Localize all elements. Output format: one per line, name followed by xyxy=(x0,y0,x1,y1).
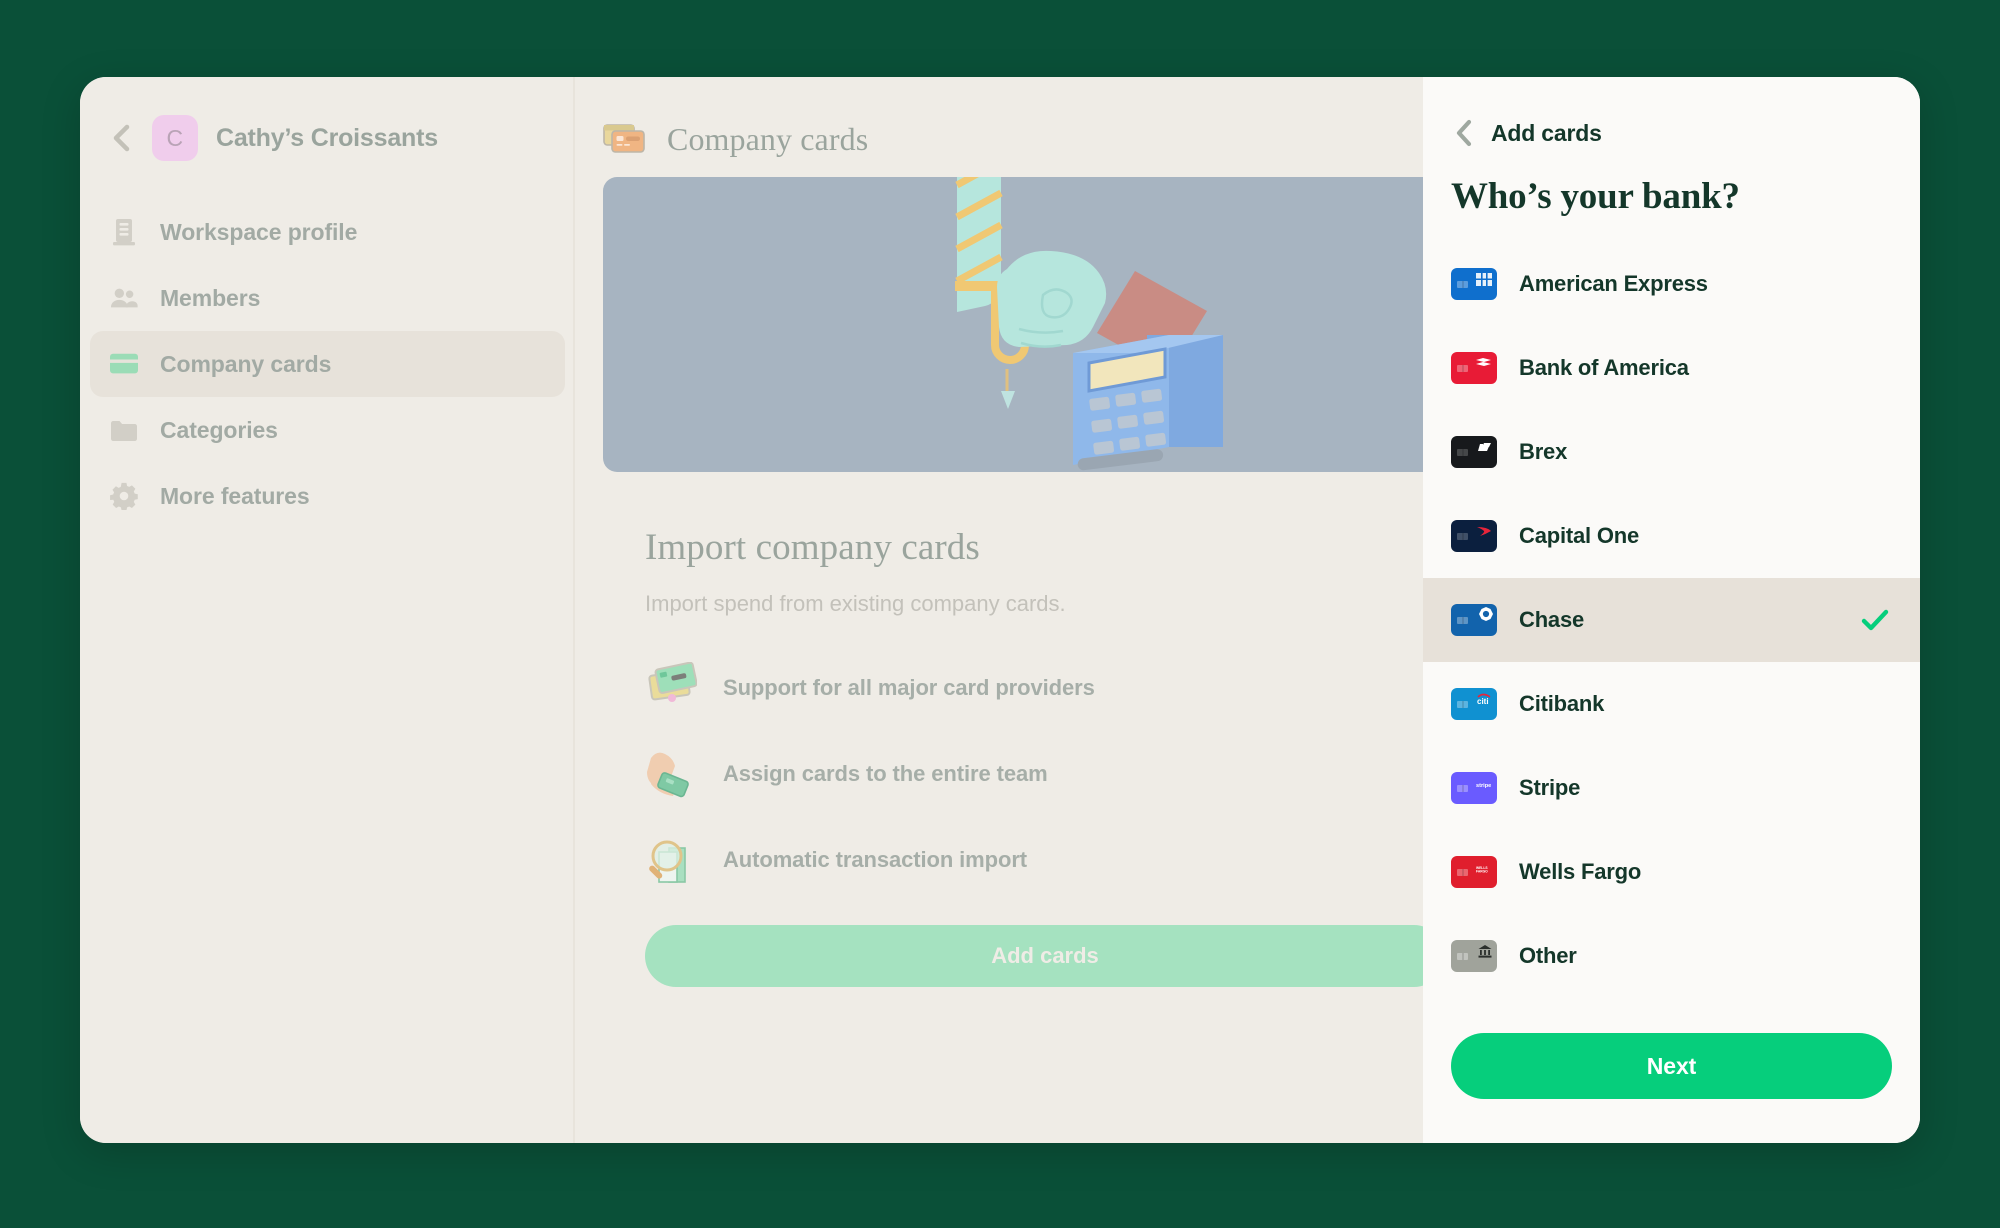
hand-holding-card-icon xyxy=(645,748,697,800)
bank-option-chase[interactable]: Chase xyxy=(1423,578,1920,662)
sidebar-item-workspace-profile[interactable]: Workspace profile xyxy=(90,199,565,265)
drawer-heading: Who’s your bank? xyxy=(1451,176,1740,217)
wellsfargo-card-icon: WELLS FARGO xyxy=(1451,856,1497,888)
feature-label: Support for all major card providers xyxy=(723,675,1095,700)
gear-icon xyxy=(110,482,138,510)
folder-icon xyxy=(110,416,138,444)
bank-option-bank-of-america[interactable]: Bank of America xyxy=(1423,326,1920,410)
sidebar: C Cathy’s Croissants Workspace profile M… xyxy=(80,77,575,1143)
bank-option-wells-fargo[interactable]: WELLS FARGO Wells Fargo xyxy=(1423,830,1920,914)
bank-label: Stripe xyxy=(1519,775,1581,800)
capitalone-card-icon xyxy=(1451,520,1497,552)
bank-label: Wells Fargo xyxy=(1519,859,1642,884)
bank-option-stripe[interactable]: stripe Stripe xyxy=(1423,746,1920,830)
bank-label: Bank of America xyxy=(1519,355,1689,380)
sidebar-item-label: Members xyxy=(160,284,261,311)
bank-label: Capital One xyxy=(1519,523,1640,548)
sidebar-item-company-cards[interactable]: Company cards xyxy=(90,331,565,397)
next-button[interactable]: Next xyxy=(1451,1033,1892,1099)
sidebar-item-categories[interactable]: Categories xyxy=(90,397,565,463)
bank-label: Other xyxy=(1519,943,1577,968)
sidebar-item-label: Workspace profile xyxy=(160,218,358,245)
sidebar-item-label: Categories xyxy=(160,416,278,443)
bank-building-icon xyxy=(1451,940,1497,972)
bank-label: Brex xyxy=(1519,439,1568,464)
bank-option-brex[interactable]: Brex xyxy=(1423,410,1920,494)
chase-card-icon xyxy=(1451,604,1497,636)
svg-text:citi: citi xyxy=(1477,697,1489,705)
chevron-left-icon[interactable] xyxy=(1451,119,1477,147)
bofa-card-icon xyxy=(1451,352,1497,384)
main-content: Company cards Import company cards Impor… xyxy=(575,77,1920,1143)
feature-label: Assign cards to the entire team xyxy=(723,761,1048,786)
sidebar-nav: Workspace profile Members Company cards … xyxy=(80,199,575,529)
stripe-card-icon: stripe xyxy=(1451,772,1497,804)
amex-card-icon xyxy=(1451,268,1497,300)
workspace-header: C Cathy’s Croissants xyxy=(80,107,575,169)
magnifier-receipt-icon xyxy=(645,834,697,886)
feature-label: Automatic transaction import xyxy=(723,847,1028,872)
sidebar-item-label: Company cards xyxy=(160,350,332,377)
svg-text:FARGO: FARGO xyxy=(1476,869,1488,873)
stacked-cards-icon xyxy=(645,661,698,714)
svg-text:stripe: stripe xyxy=(1476,782,1491,788)
chevron-left-icon[interactable] xyxy=(108,124,134,152)
drawer-header: Add cards xyxy=(1423,77,1920,153)
sidebar-item-members[interactable]: Members xyxy=(90,265,565,331)
add-cards-button[interactable]: Add cards xyxy=(645,925,1445,987)
sidebar-item-label: More features xyxy=(160,482,310,509)
add-cards-drawer: Add cards Who’s your bank? American Expr… xyxy=(1423,77,1920,1143)
bank-option-american-express[interactable]: American Express xyxy=(1423,242,1920,326)
bank-label: American Express xyxy=(1519,271,1708,296)
people-icon xyxy=(110,284,138,312)
two-cards-icon xyxy=(603,122,649,156)
sidebar-item-more-features[interactable]: More features xyxy=(90,463,565,529)
page-title: Company cards xyxy=(667,120,869,157)
bank-label: Chase xyxy=(1519,607,1585,632)
workspace-avatar[interactable]: C xyxy=(152,115,198,161)
workspace-name: Cathy’s Croissants xyxy=(216,123,438,152)
citi-card-icon: citi xyxy=(1451,688,1497,720)
bank-option-capital-one[interactable]: Capital One xyxy=(1423,494,1920,578)
building-icon xyxy=(110,218,138,246)
bank-option-other[interactable]: Other xyxy=(1423,914,1920,998)
drawer-footer: Next xyxy=(1423,1033,1920,1143)
brex-card-icon xyxy=(1451,436,1497,468)
drawer-title: Add cards xyxy=(1491,119,1602,146)
bank-option-citibank[interactable]: citi Citibank xyxy=(1423,662,1920,746)
credit-card-icon xyxy=(110,350,138,378)
check-icon xyxy=(1860,605,1890,635)
bank-list: American Express Bank of America Brex Ca… xyxy=(1423,242,1920,1033)
bank-label: Citibank xyxy=(1519,691,1605,716)
app-window: C Cathy’s Croissants Workspace profile M… xyxy=(80,77,1920,1143)
